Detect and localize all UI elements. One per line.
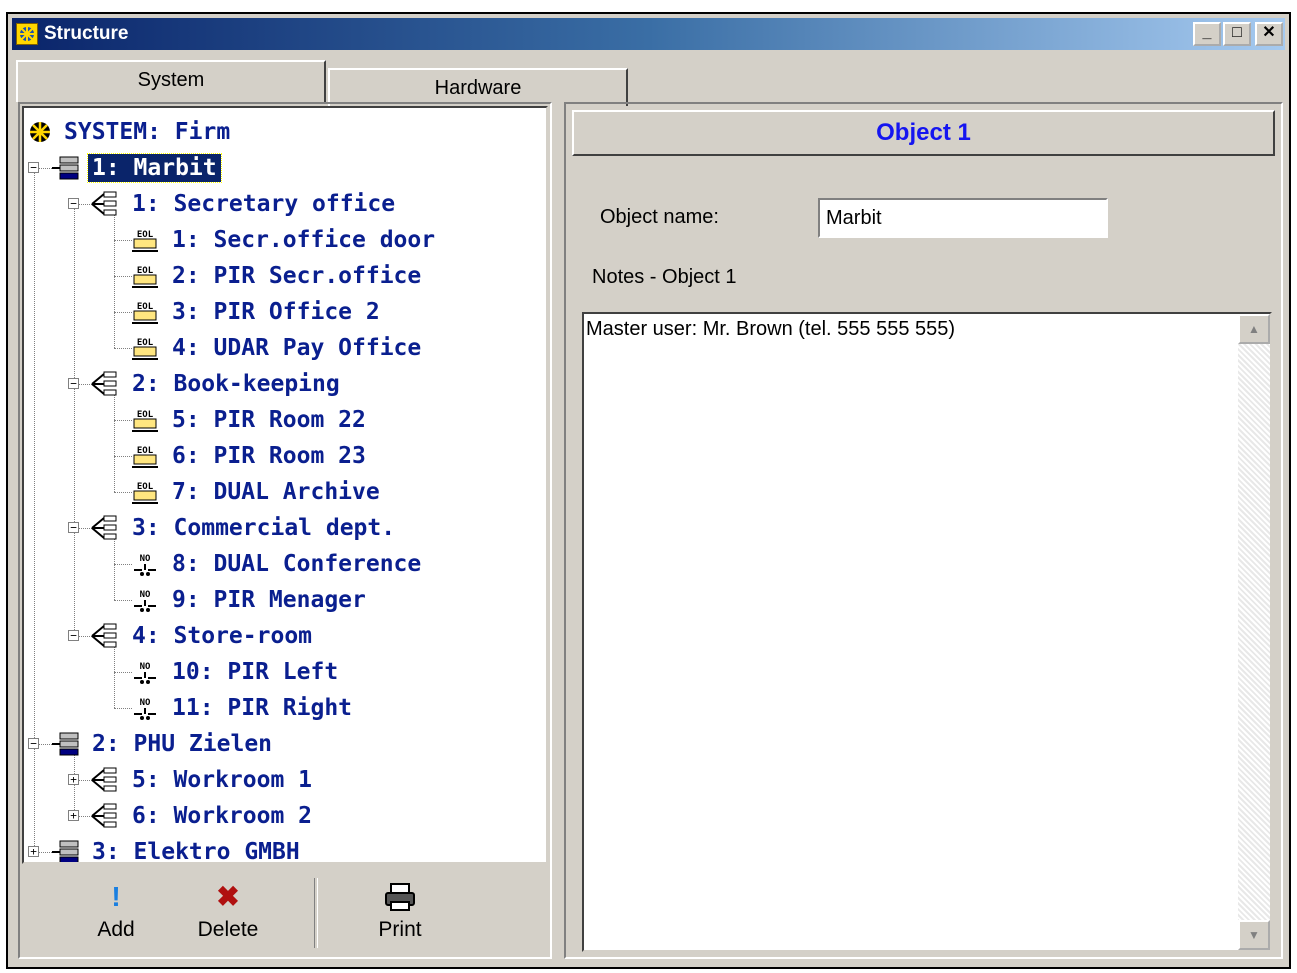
zone-eol-icon: EOL [132, 230, 158, 252]
expand-icon[interactable]: + [68, 810, 79, 821]
svg-text:NO: NO [140, 662, 151, 672]
partition-icon [91, 803, 117, 828]
object-name-label: Object name: [600, 206, 719, 228]
tree-node-label: 4: UDAR Pay Office [172, 335, 422, 361]
tab-hardware[interactable]: Hardware [328, 68, 628, 106]
partition-icon [91, 371, 117, 396]
window-title: Structure [44, 23, 129, 44]
tree-node-label: 3: PIR Office 2 [172, 299, 380, 325]
structure-window: Structure _ □ ✕ System Hardware SYSTEM: … [6, 12, 1291, 969]
notes-label: Notes - Object 1 [592, 266, 737, 288]
add-button[interactable]: ! Add [76, 878, 156, 948]
object-icon [52, 732, 79, 756]
partition-icon [91, 623, 117, 648]
tree-node-label: 3: Commercial dept. [132, 515, 396, 541]
print-label: Print [378, 918, 422, 941]
tree-node-label: 8: DUAL Conference [172, 551, 422, 577]
svg-text:NO: NO [140, 698, 151, 708]
system-icon [30, 122, 50, 142]
title-bar[interactable]: Structure _ □ ✕ [12, 18, 1285, 50]
close-button[interactable]: ✕ [1255, 22, 1283, 46]
zone-no-icon: NO [134, 590, 156, 612]
zone-eol-icon: EOL [132, 302, 158, 324]
tree-node-label: 9: PIR Menager [172, 587, 366, 613]
add-label: Add [97, 918, 135, 941]
tree-guide-line [114, 390, 115, 492]
collapse-icon[interactable]: − [68, 198, 79, 209]
tree-guide-line [114, 210, 115, 348]
scroll-up-button[interactable]: ▲ [1238, 314, 1270, 344]
tree-node-label: 11: PIR Right [172, 695, 353, 721]
tree-node-label: 1: Marbit [87, 153, 222, 183]
zone-eol-icon: EOL [132, 482, 158, 504]
zone-eol-icon: EOL [132, 410, 158, 432]
object-header: Object 1 [572, 110, 1275, 156]
tree-node-label: 5: Workroom 1 [132, 767, 313, 793]
delete-label: Delete [197, 918, 259, 941]
app-icon [16, 23, 38, 45]
svg-text:NO: NO [140, 590, 151, 600]
expand-icon[interactable]: + [68, 774, 79, 785]
tree-toolbar: ! Add ✖ Delete Print [22, 868, 548, 956]
details-panel: Object 1 Object name: Notes - Object 1 M… [564, 102, 1283, 959]
toolbar-separator [314, 878, 318, 948]
tree-node-label: 2: PHU Zielen [92, 731, 273, 757]
collapse-icon[interactable]: − [68, 378, 79, 389]
tree-root-label: SYSTEM: Firm [64, 119, 231, 145]
tree-node-label: 5: PIR Room 22 [172, 407, 366, 433]
partition-icon [91, 191, 117, 216]
tree-node-label: 3: Elektro GMBH [92, 839, 300, 864]
tree-node-label: 6: Workroom 2 [132, 803, 313, 829]
expand-icon[interactable]: + [28, 846, 39, 857]
printer-icon [360, 882, 440, 918]
object-icon [52, 840, 79, 862]
tab-system[interactable]: System [16, 60, 326, 102]
object-name-input[interactable] [818, 198, 1108, 238]
collapse-icon[interactable]: − [68, 630, 79, 641]
zone-eol-icon: EOL [132, 446, 158, 468]
tree-node-label: 1: Secretary office [132, 191, 396, 217]
tree-node-label: 7: DUAL Archive [172, 479, 380, 505]
tree-guide-line [114, 534, 115, 600]
partition-icon [91, 515, 117, 540]
delete-icon: ✖ [216, 881, 240, 912]
tree-node-label: 4: Store-room [132, 623, 313, 649]
print-button[interactable]: Print [360, 878, 440, 948]
tree-node-label: 2: PIR Secr.office [172, 263, 422, 289]
notes-scrollbar[interactable]: ▲ ▼ [1238, 314, 1270, 950]
tree-node-label: 1: Secr.office door [172, 227, 436, 253]
delete-button[interactable]: ✖ Delete [188, 878, 268, 948]
minimize-button[interactable]: _ [1193, 22, 1221, 46]
collapse-icon[interactable]: − [28, 162, 39, 173]
zone-no-icon: NO [134, 662, 156, 684]
scroll-down-button[interactable]: ▼ [1238, 920, 1270, 950]
zone-no-icon: NO [134, 554, 156, 576]
tree-guide-line [114, 642, 115, 708]
tree-node-label: 2: Book-keeping [132, 371, 340, 397]
collapse-icon[interactable]: − [28, 738, 39, 749]
partition-icon [91, 767, 117, 792]
svg-text:NO: NO [140, 554, 151, 564]
tree-guide-line [74, 206, 75, 636]
zone-eol-icon: EOL [132, 338, 158, 360]
object-icon [52, 156, 79, 180]
collapse-icon[interactable]: − [68, 522, 79, 533]
notes-text: Master user: Mr. Brown (tel. 555 555 555… [586, 318, 956, 340]
tree-node-label: 10: PIR Left [172, 659, 339, 685]
zone-eol-icon: EOL [132, 266, 158, 288]
add-icon: ! [111, 881, 121, 912]
tab-strip: System Hardware [16, 60, 1281, 106]
tree-node-label: 6: PIR Room 23 [172, 443, 366, 469]
structure-tree[interactable]: SYSTEM: Firm − 1: Marbit − 1: Secretary off… [22, 106, 548, 864]
notes-textarea[interactable]: Master user: Mr. Brown (tel. 555 555 555… [582, 312, 1272, 952]
zone-no-icon: NO [134, 698, 156, 720]
tree-panel: SYSTEM: Firm − 1: Marbit − 1: Secretary off… [18, 102, 552, 959]
maximize-button[interactable]: □ [1223, 22, 1251, 46]
